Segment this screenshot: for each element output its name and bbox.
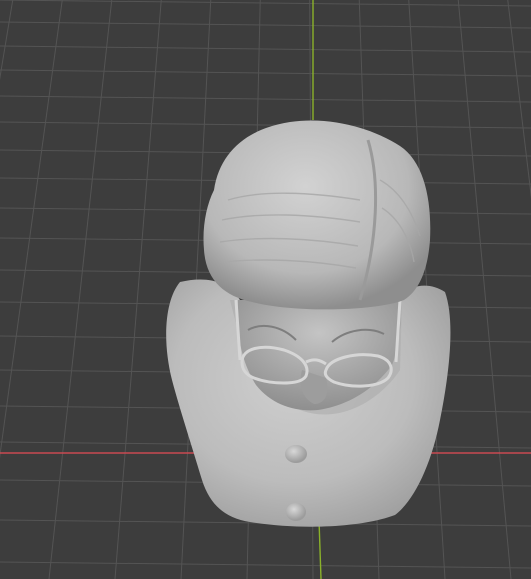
3d-viewport[interactable] xyxy=(0,0,531,579)
hair xyxy=(203,120,431,310)
viewport-canvas[interactable] xyxy=(0,0,531,579)
button-upper xyxy=(285,445,307,463)
button-lower xyxy=(286,503,306,521)
